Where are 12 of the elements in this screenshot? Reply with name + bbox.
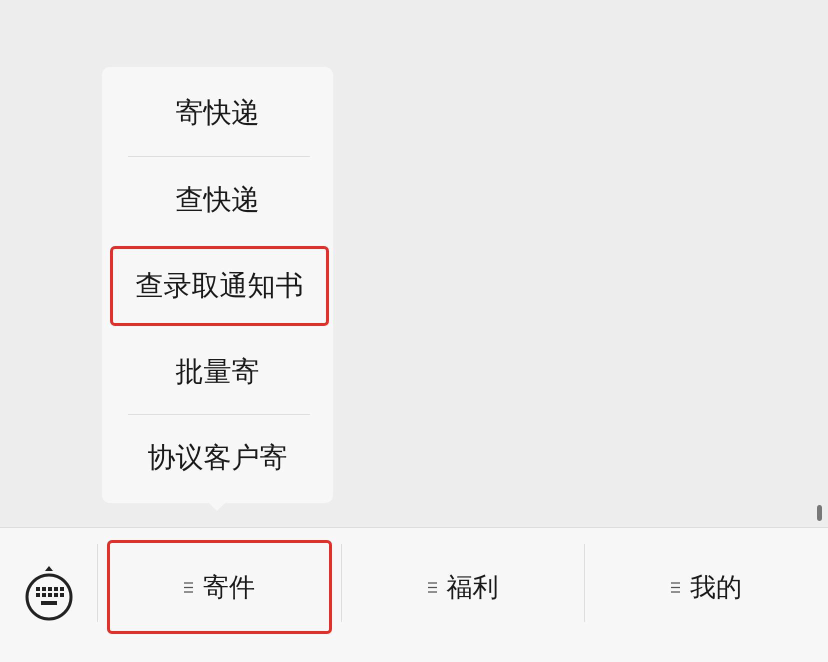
menu-item[interactable]: 批量寄 bbox=[102, 328, 333, 414]
menu-icon bbox=[671, 582, 680, 592]
menu-tab[interactable]: 寄件 bbox=[107, 540, 332, 634]
menu-item[interactable]: 寄快递 bbox=[102, 70, 333, 156]
menu-icon bbox=[184, 582, 193, 592]
menu-icon bbox=[428, 582, 436, 592]
menu-item[interactable]: 协议客户寄 bbox=[102, 415, 333, 501]
menu-item[interactable]: 查录取通知书 bbox=[110, 246, 329, 326]
menu-tab[interactable]: 福利 bbox=[350, 540, 576, 634]
menu-tab[interactable]: 我的 bbox=[594, 540, 820, 634]
menu-item[interactable]: 查快递 bbox=[102, 156, 333, 242]
scroll-indicator bbox=[817, 505, 822, 521]
